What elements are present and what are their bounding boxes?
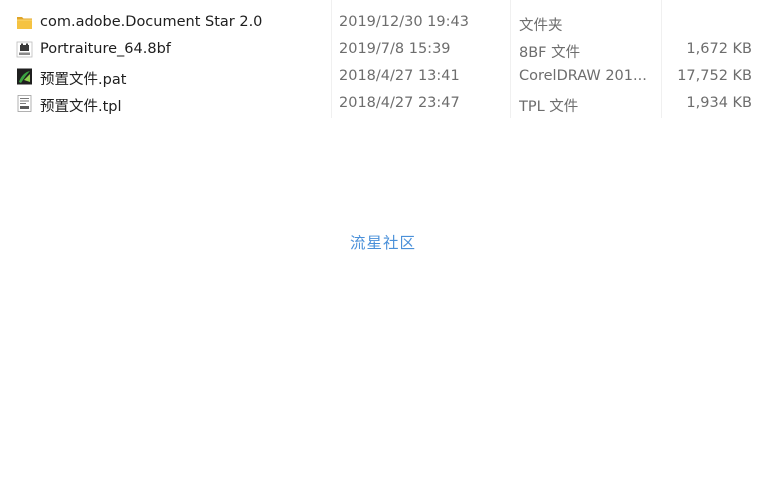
watermark: 流星社区 xyxy=(349,234,416,252)
file-size: 1,672 KB xyxy=(686,41,752,57)
file-name: 预置文件.tpl xyxy=(40,99,122,115)
file-name: com.adobe.Document Star 2.0 xyxy=(40,14,263,30)
file-type: 文件夹 xyxy=(519,18,563,34)
file-list: com.adobe.Document Star 2.0 2019/12/30 1… xyxy=(0,10,766,118)
file-type: 8BF 文件 xyxy=(519,45,581,61)
coreldraw-icon xyxy=(15,67,34,86)
8bf-plugin-icon xyxy=(15,40,34,59)
file-date: 2019/7/8 15:39 xyxy=(339,41,451,57)
tpl-file-icon xyxy=(15,94,34,113)
file-size: 1,934 KB xyxy=(686,95,752,111)
file-row[interactable]: Portraiture_64.8bf 2019/7/8 15:39 8BF 文件… xyxy=(0,37,766,64)
file-explorer: com.adobe.Document Star 2.0 2019/12/30 1… xyxy=(0,0,766,483)
file-date: 2018/4/27 23:47 xyxy=(339,95,460,111)
file-type: TPL 文件 xyxy=(519,99,579,115)
file-name: Portraiture_64.8bf xyxy=(40,41,171,57)
file-name: 预置文件.pat xyxy=(40,72,127,88)
file-date: 2018/4/27 13:41 xyxy=(339,68,460,84)
file-type: CorelDRAW 201... xyxy=(519,68,647,84)
file-row[interactable]: 预置文件.tpl 2018/4/27 23:47 TPL 文件 1,934 KB xyxy=(0,91,766,118)
file-row[interactable]: com.adobe.Document Star 2.0 2019/12/30 1… xyxy=(0,10,766,37)
file-size: 17,752 KB xyxy=(677,68,752,84)
file-date: 2019/12/30 19:43 xyxy=(339,14,469,30)
folder-icon xyxy=(15,13,34,32)
file-row[interactable]: 预置文件.pat 2018/4/27 13:41 CorelDRAW 201..… xyxy=(0,64,766,91)
